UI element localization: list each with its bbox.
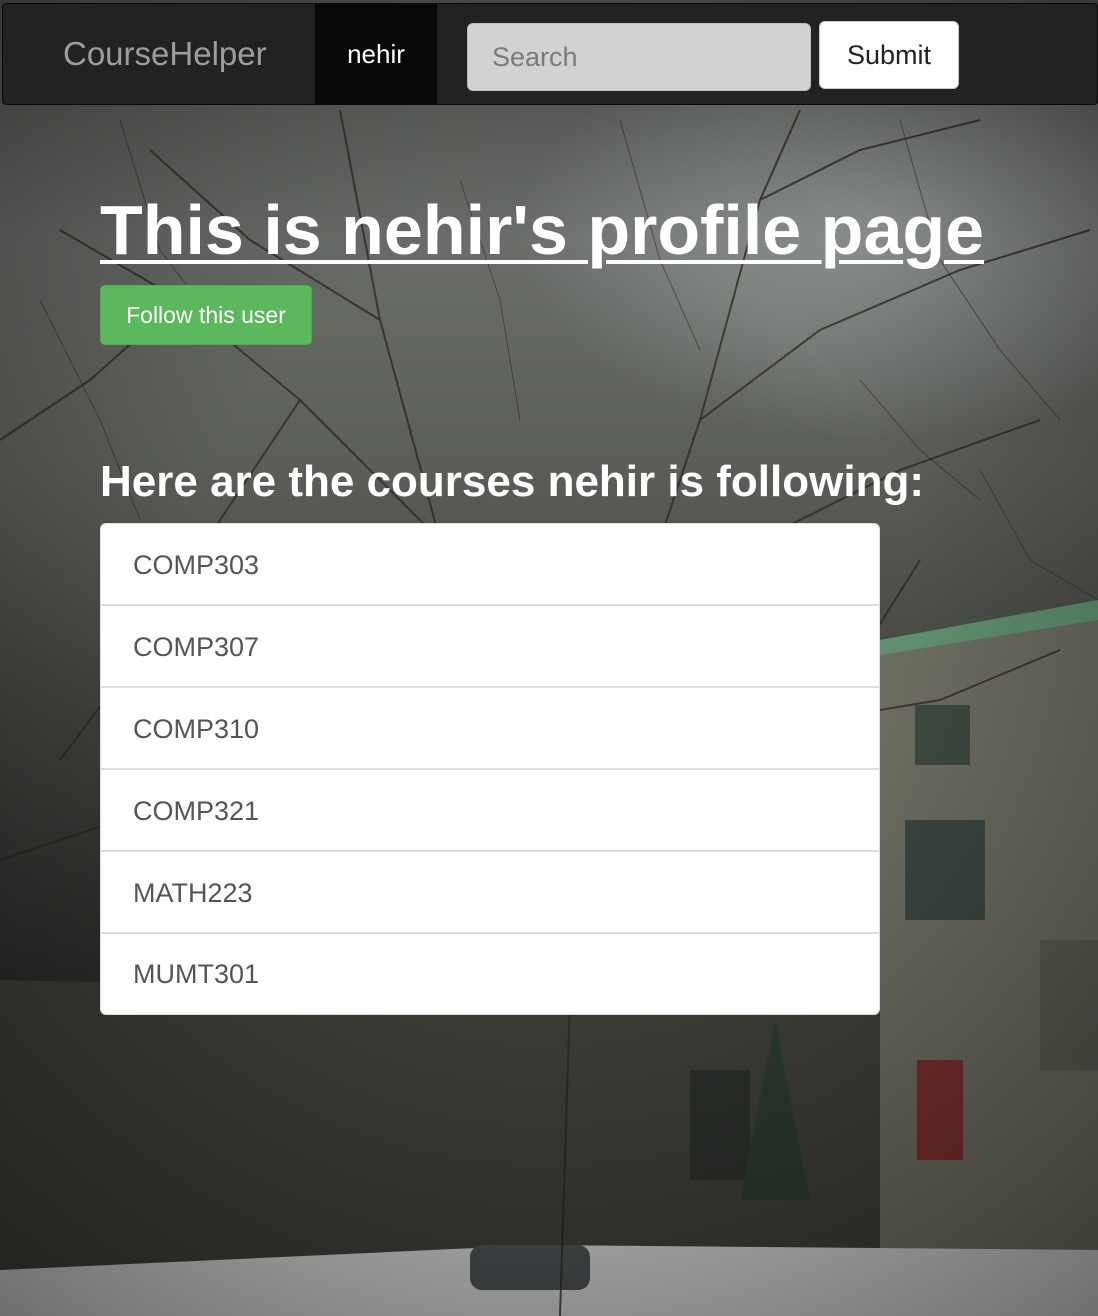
profile-content: This is nehir's profile page Follow this… [100, 190, 1000, 1015]
navbar: CourseHelper nehir Submit [2, 3, 1098, 105]
brand-link[interactable]: CourseHelper [63, 4, 267, 104]
page-title: This is nehir's profile page [100, 190, 1000, 270]
follow-user-button[interactable]: Follow this user [100, 285, 312, 345]
search-input[interactable] [467, 23, 811, 91]
course-item[interactable]: COMP310 [101, 688, 879, 770]
course-list: COMP303 COMP307 COMP310 COMP321 MATH223 … [100, 523, 880, 1015]
course-item[interactable]: MUMT301 [101, 934, 879, 1014]
profile-page: CourseHelper nehir Submit This is nehir'… [0, 0, 1098, 1316]
course-item[interactable]: COMP303 [101, 524, 879, 606]
course-item[interactable]: MATH223 [101, 852, 879, 934]
profile-title-link[interactable]: This is nehir's profile page [100, 191, 984, 269]
courses-heading: Here are the courses nehir is following: [100, 457, 924, 506]
nav-item-active-user[interactable]: nehir [315, 4, 437, 104]
submit-button[interactable]: Submit [819, 21, 959, 89]
course-item[interactable]: COMP321 [101, 770, 879, 852]
course-item[interactable]: COMP307 [101, 606, 879, 688]
